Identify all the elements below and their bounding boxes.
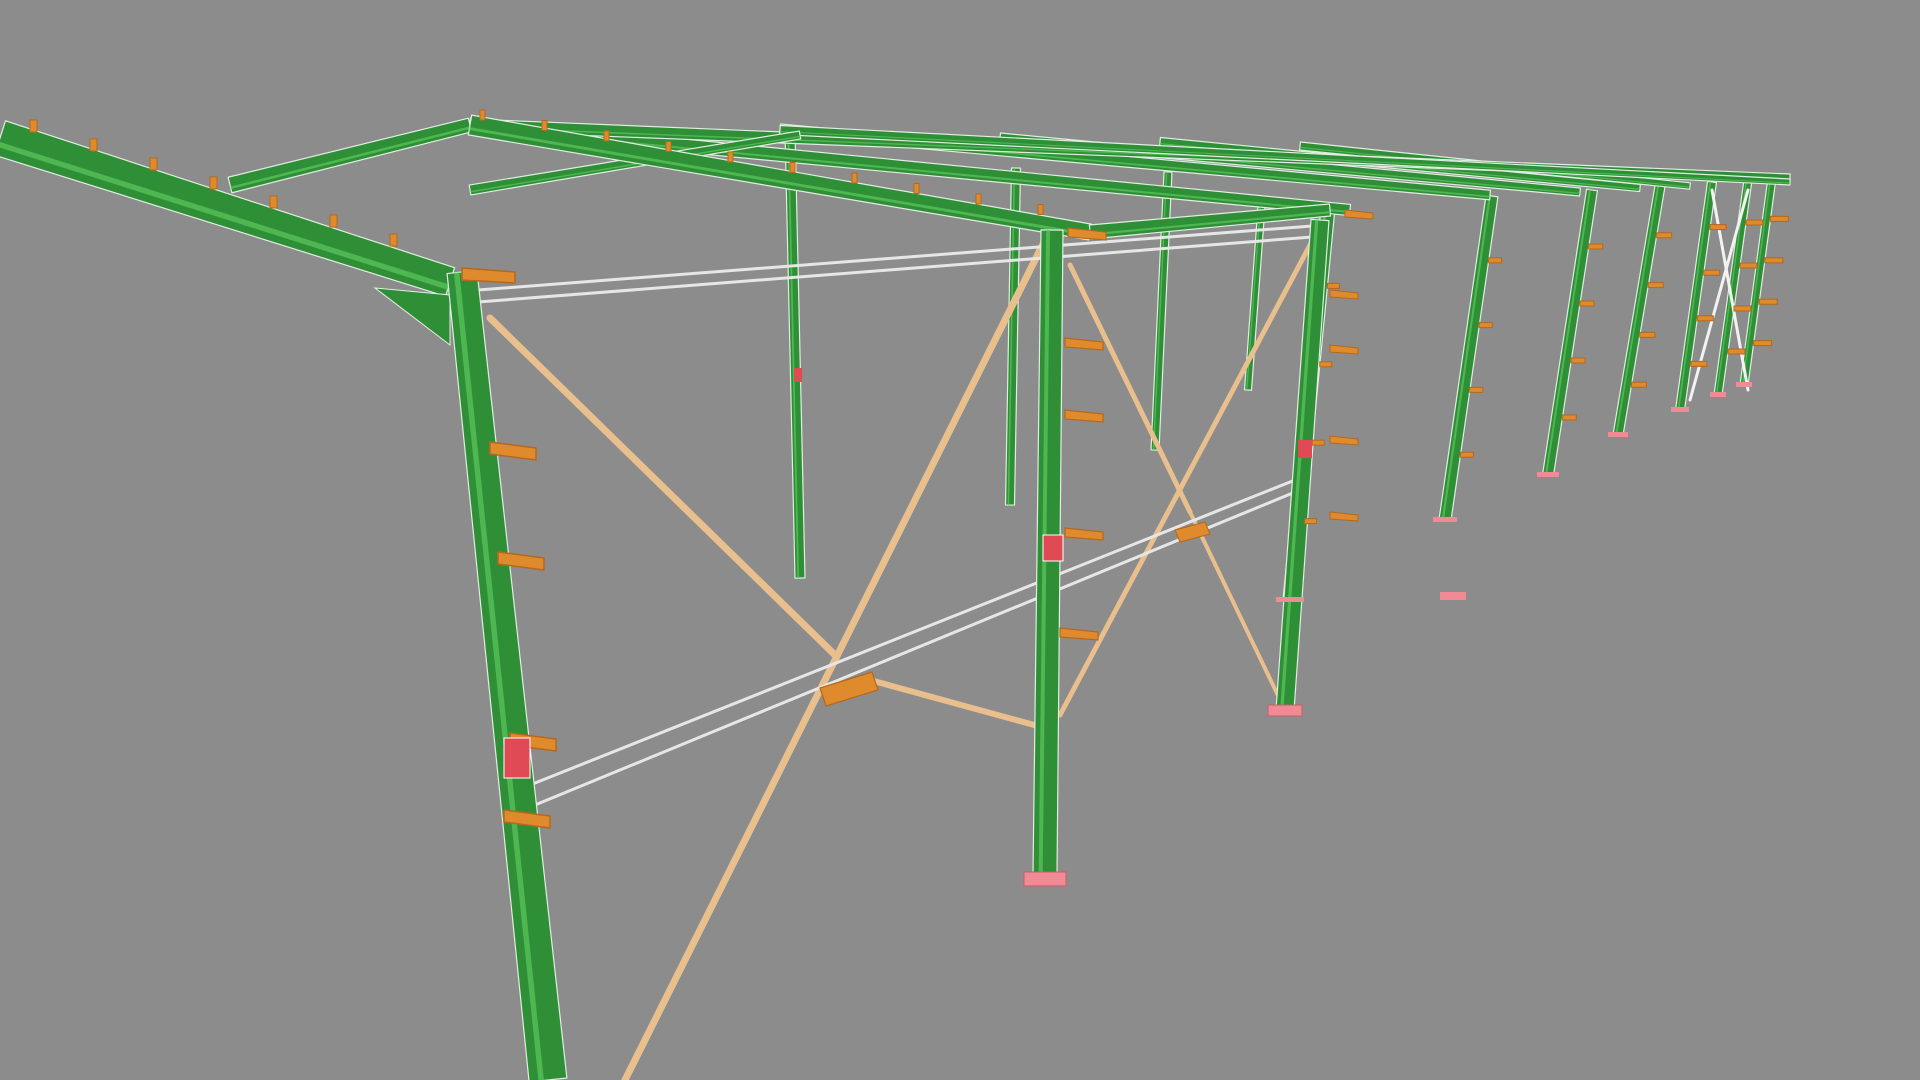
strut-tubes-group [476,223,1327,807]
near-middle-girt-4 [1059,627,1099,641]
far-column-5 [1541,188,1599,477]
bay-2-brace-a [1067,262,1193,515]
far-column-6 [1438,194,1499,522]
near-left-rafter-highlight [0,141,450,290]
far-girt-stub-4-1 [1656,232,1673,239]
far-girt-stub-7-3 [1311,439,1325,446]
far-girt-stub-2-4 [1727,348,1746,355]
interior-column-2 [1150,171,1173,451]
far-girt-stub-5-1 [1588,243,1604,250]
rafter-purlin-cleat-8 [913,183,920,194]
far-girt-stub-1-4 [1753,340,1773,347]
far-girt-stub-2-1 [1745,219,1764,226]
3d-model-viewport[interactable] [0,0,1920,1080]
bay-2-brace-b [1057,227,1321,718]
second-middle-girt-3 [1329,435,1359,446]
rafter-purlin-cleat-1 [479,109,486,121]
far-girt-stub-5-3 [1570,357,1586,364]
far-girt-stub-1-3 [1758,298,1778,305]
far-girt-stub-3-4 [1690,360,1708,367]
near-left-splice-plate [503,737,531,779]
far-base-plate-6 [1433,517,1457,522]
far-base-plate-7 [1276,597,1304,602]
near-left-column [446,269,568,1080]
near-left-cap-girt [461,267,516,284]
far-girt-stub-5-4 [1561,414,1577,421]
roof-purlin-cleat-2 [89,138,98,152]
second-middle-girt-5 [1344,209,1374,220]
bay-1-lower-brace [867,677,1048,731]
near-left-column-highlight [453,272,544,1080]
rafter-purlin-cleat-5 [727,151,734,163]
far-girt-stub-4-3 [1639,331,1656,338]
far-girt-stub-1-2 [1764,257,1784,264]
bay-1-brace-b [621,226,1054,1080]
rafter-purlin-cleat-10 [1037,204,1044,215]
roof-purlin-cleat-6 [329,214,338,228]
second-middle-base-plate [1267,704,1303,717]
rafter-purlin-cleat-6 [789,162,796,173]
far-base-plate-3 [1671,407,1689,412]
far-girt-stub-1-1 [1769,215,1789,222]
roof-purlin-cleat-5 [269,195,278,209]
far-base-plate-5 [1537,472,1559,477]
near-middle-splice-plate [1042,534,1064,562]
near-top-transverse-beam [227,117,473,194]
far-girt-stub-3-2 [1703,269,1721,276]
near-top-transverse-beam-highlight [230,126,471,190]
haunch-plate [373,287,451,347]
mid-strut-tube-a [528,476,1302,787]
far-girt-stub-4-4 [1630,381,1647,388]
second-middle-girt-2 [1329,344,1359,355]
far-column-4-highlight [1615,185,1660,435]
roof-purlin-cleat-1 [29,119,38,133]
rafter-purlin-cleat-7 [851,172,858,184]
far-girt-stub-6-2 [1478,322,1493,329]
third-base-plate [1440,592,1466,600]
second-middle-splice-plate [1298,440,1312,458]
far-column-5-highlight [1545,189,1592,475]
cross-bracing-group [486,188,1750,1080]
far-girt-stub-7-4 [1304,518,1318,525]
roof-purlin-cleat-4 [209,176,218,190]
far-girt-stub-7-2 [1319,361,1333,368]
top-strut-tube-b [476,234,1327,304]
far-column-4 [1612,184,1666,437]
steel-frame-model[interactable] [0,0,1920,1080]
far-girt-stub-6-1 [1488,257,1503,264]
bay-2-lower-brace [1188,510,1287,712]
far-column-6-highlight [1441,195,1491,520]
rafter-purlin-cleat-2 [541,120,548,131]
far-girt-stub-2-3 [1733,305,1752,312]
second-middle-girt-1 [1329,289,1359,300]
roof-purlin-cleat-7 [389,233,398,247]
far-girt-stub-6-4 [1459,451,1474,458]
far-girt-stub-4-2 [1647,282,1664,289]
far-base-plate-4 [1608,432,1628,437]
rafter-purlin-cleat-4 [665,141,672,152]
near-frame-group [0,114,1332,1080]
far-base-plate-1 [1736,382,1752,387]
interior-column-4 [784,129,806,579]
near-middle-girt-3 [1064,527,1104,541]
far-girt-stub-6-3 [1469,386,1484,393]
far-girt-stub-7-1 [1326,282,1340,289]
far-girt-stub-3-3 [1696,315,1714,322]
near-middle-girt-2 [1064,409,1104,423]
far-column-3-highlight [1677,181,1712,410]
far-girt-stub-2-2 [1739,262,1758,269]
top-strut-tube-a [476,223,1327,292]
near-middle-base-plate [1023,871,1067,887]
interior-column-plate [794,368,802,382]
rafter-purlin-cleat-9 [975,193,982,205]
far-girt-stub-3-1 [1709,224,1727,231]
far-girt-stub-5-2 [1579,300,1595,307]
bay-1-brace-a [486,314,839,659]
roof-purlin-cleat-3 [149,157,158,171]
second-middle-girt-4 [1329,511,1359,522]
far-base-plate-2 [1710,392,1726,397]
near-middle-girt-1 [1064,337,1104,351]
rafter-purlin-cleat-3 [603,130,610,142]
base-plates-group [503,368,1752,887]
